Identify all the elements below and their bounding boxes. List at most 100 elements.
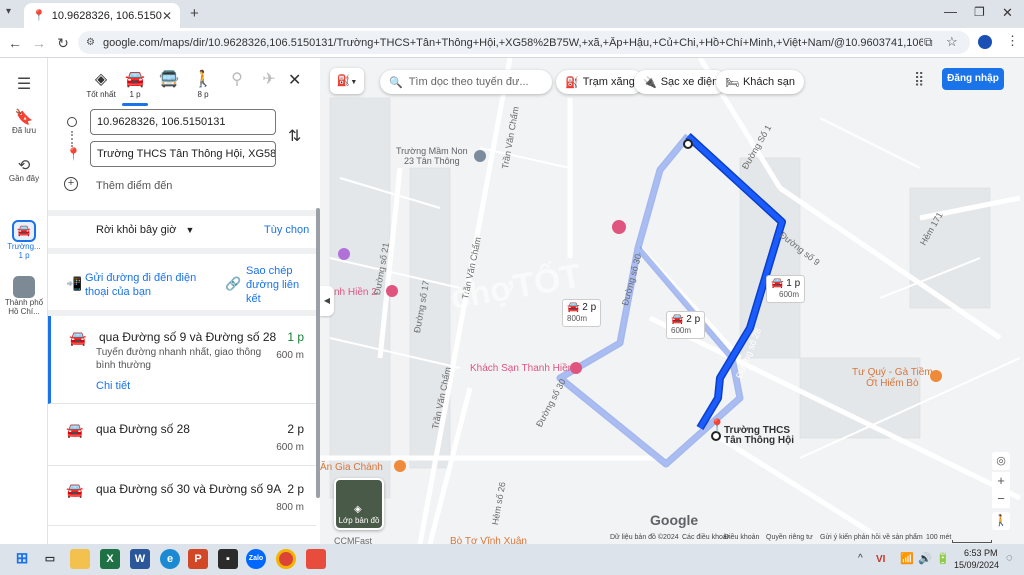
swap-icon[interactable]: ⇅ [288,126,301,146]
chip-gas[interactable]: ⛽ Trạm xăng [556,70,644,94]
poi-kindergarten[interactable]: Trường Mầm Non 23 Tân Thông [396,146,468,166]
rail-saved[interactable]: 🔖 Đã lưu [0,108,48,135]
hotel-poi-icon[interactable] [570,362,582,374]
leave-now-dropdown[interactable]: Rời khỏi bây giờ ▼ [96,224,194,236]
my-location-icon[interactable]: ◎ [992,452,1010,470]
hotel-poi-icon[interactable] [386,285,398,297]
attribution-privacy[interactable]: Quyền riêng tư [766,534,813,541]
forward-icon[interactable]: → [30,34,48,52]
powerpoint-icon[interactable]: P [188,549,208,569]
poi-thanh-hien[interactable]: Khách Sạn Thanh Hiền [470,363,573,374]
file-explorer-icon[interactable] [70,549,90,569]
tab-close-icon[interactable]: ✕ [162,9,172,23]
tab-list-chevron-icon[interactable]: ▾ [6,6,11,17]
transport-toggle[interactable]: ⛽▼ [330,68,364,94]
app-icon[interactable]: ▪ [218,549,238,569]
mode-bike[interactable]: ⚲ [220,70,254,90]
mode-car[interactable]: 🚘 1 p [118,70,152,106]
copy-link[interactable]: Sao chép đường liên kết [246,264,308,306]
chip-ev[interactable]: 🔌 Sạc xe điện [634,70,728,94]
windows-start-icon[interactable]: ⊞ [12,549,32,569]
zalo-icon[interactable]: Zalo [246,549,266,569]
chrome-icon[interactable] [276,549,296,569]
notification-icon[interactable]: ◌ [1006,552,1013,564]
map-canvas[interactable]: Trần Văn Chẩm Trần Văn Chẩm Trần Văn Chẩ… [320,58,1024,544]
chip-hotel[interactable]: 🛏 Khách sạn [716,70,804,94]
add-stop-label[interactable]: Thêm điểm đến [96,180,172,192]
mode-transit[interactable]: 🚍 [152,70,186,90]
pegman-icon[interactable]: 🚶 [992,512,1010,530]
poi-ccm[interactable]: CCMFast [334,536,372,544]
apps-grid-icon[interactable]: ⣿ [914,70,924,87]
snipping-tool-icon[interactable] [306,549,326,569]
add-stop-icon[interactable]: + [64,177,78,191]
mode-flight[interactable]: ✈ [252,70,286,90]
tray-chevron-icon[interactable]: ^ [858,553,863,564]
route-option-3[interactable]: 🚘 qua Đường số 30 và Đường số 9A 2 p 800… [48,468,316,526]
clock-time[interactable]: 6:53 PM [964,548,998,558]
browser-tab[interactable]: 📍 10.9628326, 106.5150131 đến T ✕ [24,3,180,28]
profile-icon[interactable] [978,35,992,49]
destination-input[interactable]: Trường THCS Tân Thông Hội, XG58+75W, x [90,141,276,167]
restaurant-poi-icon[interactable] [394,460,406,472]
maps-favicon-icon: 📍 [32,10,46,22]
route-option-2[interactable]: 🚘 qua Đường số 28 2 p 600 m [48,408,316,466]
destination-label[interactable]: Trường THCS Tân Thông Hội [724,426,794,446]
divider [48,248,320,254]
route-search[interactable]: 🔍 Tìm dọc theo tuyến đư... [380,70,552,94]
maximize-icon[interactable]: ❐ [974,5,985,19]
mode-best[interactable]: ◈ Tốt nhất [84,70,118,99]
task-view-icon[interactable]: ▭ [40,549,60,569]
rail-school-time: 1 p [18,251,30,260]
word-icon[interactable]: W [130,549,150,569]
back-icon[interactable]: ← [6,34,24,52]
wifi-icon[interactable]: 📶 [900,552,914,565]
rail-school[interactable]: 🚘 Trường... 1 p [0,220,48,260]
excel-icon[interactable]: X [100,549,120,569]
poi-quy[interactable]: Tư Quý - Gà Tiềm Ớt Hiểm Bò [852,367,933,389]
hamburger-icon[interactable]: ☰ [0,74,48,94]
clock-date[interactable]: 15/09/2024 [954,560,999,570]
poi-hien2[interactable]: nh Hiền 2 [334,287,377,298]
route-box-alt-1[interactable]: 🚘 2 p 800m [562,299,602,327]
bookmark-star-icon[interactable]: ☆ [946,34,958,50]
layer-toggle[interactable]: ◈ Lớp bản đồ [334,478,384,530]
minimize-icon[interactable]: — [944,4,957,19]
url-bar[interactable]: ⚙ google.com/maps/dir/10.9628326,106.515… [78,31,970,54]
battery-icon[interactable]: 🔋 [936,552,950,565]
reload-icon[interactable]: ↻ [54,34,72,52]
attribution-feedback[interactable]: Gửi ý kiến phản hồi về sản phẩm [820,534,923,541]
rail-saved-label: Đã lưu [11,126,37,135]
poi-bo-to[interactable]: Bò Tơ Vĩnh Xuân [450,536,527,544]
route-option-1[interactable]: 🚘 qua Đường số 9 và Đường số 28 1 p 600 … [48,316,316,404]
close-directions-icon[interactable]: ✕ [288,70,301,90]
attribution-terms-2[interactable]: Điều khoản [724,534,759,541]
zoom-out-button[interactable]: − [992,490,1010,508]
window-close-icon[interactable]: ✕ [1002,5,1013,21]
route-details-link[interactable]: Chi tiết [96,380,130,392]
route-box-primary[interactable]: 🚘 1 p 600m [766,275,806,303]
mode-walk[interactable]: 🚶 8 p [186,70,220,99]
route-box-alt-2[interactable]: 🚘 2 p 600m [666,311,706,339]
send-to-phone-link[interactable]: Gửi đường đi đến điện thoại của bạn [85,271,215,299]
origin-input[interactable]: 10.9628326, 106.5150131 [90,109,276,135]
poi-pin-icon[interactable] [338,248,350,260]
language-indicator[interactable]: VI [876,554,885,565]
restaurant-poi-icon[interactable] [930,370,942,382]
poi-an-gia-chanh[interactable]: Ăn Gia Chánh [320,462,383,473]
destination-pin-icon: 📍 [709,418,726,433]
site-info-icon[interactable]: ⚙ [86,37,95,48]
install-icon[interactable]: ⧉ [924,35,933,50]
edge-icon[interactable]: e [160,549,180,569]
hotel-poi-icon[interactable] [612,220,626,234]
rail-recent[interactable]: ⟲ Gần đây [0,156,48,183]
login-button[interactable]: Đăng nhập [942,68,1004,90]
new-tab-icon[interactable]: + [190,5,199,22]
collapse-panel-handle[interactable]: ◀ [320,286,334,316]
options-link[interactable]: Tùy chọn [264,224,309,236]
zoom-in-button[interactable]: + [992,472,1010,490]
rail-city[interactable]: Thành phố Hồ Chí... [0,276,48,316]
volume-icon[interactable]: 🔊 [918,552,932,565]
rail-city-label-1: Thành phố [4,298,44,307]
menu-dots-icon[interactable]: ⋮ [1006,33,1019,49]
